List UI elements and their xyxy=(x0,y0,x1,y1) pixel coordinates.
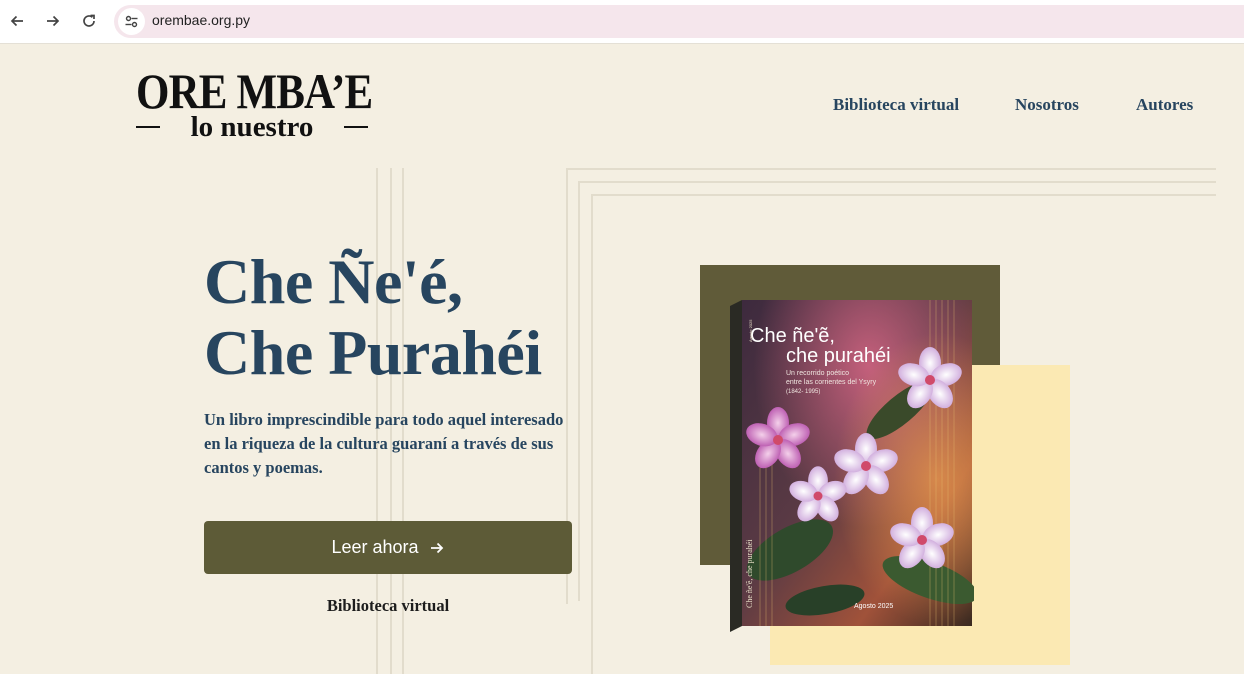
book-spine-title: Che ñe'ẽ, che purahéi xyxy=(745,539,754,608)
nav-biblioteca-virtual[interactable]: Biblioteca virtual xyxy=(833,95,959,115)
book-subtitle-line: entre las corrientes del Ysyry xyxy=(786,379,877,386)
site-logo[interactable]: ORE MBA’E lo nuestro xyxy=(136,66,373,143)
url-text: orembae.org.py xyxy=(152,12,251,28)
hero-title: Che Ñe'é, Che Purahéi xyxy=(204,246,624,388)
book-title-line: che purahéi xyxy=(786,345,891,367)
arrow-right-icon xyxy=(47,15,60,27)
arrow-right-icon xyxy=(429,540,445,556)
nav-autores[interactable]: Autores xyxy=(1136,95,1193,115)
book-title-line: Che ñe'ẽ, xyxy=(750,325,835,347)
site-info-button[interactable] xyxy=(118,8,145,35)
logo-dash xyxy=(343,126,368,128)
logo-title: ORE MBA’E xyxy=(136,63,373,119)
arrow-left-icon xyxy=(10,15,23,27)
book-spine xyxy=(730,300,742,632)
hero-title-line: Che Ñe'é, xyxy=(204,246,463,317)
hero-title-line: Che Purahéi xyxy=(204,317,542,388)
logo-tagline: lo nuestro xyxy=(136,111,368,143)
book-spine-date: Agosto 2025 xyxy=(748,319,753,342)
browser-toolbar: orembae.org.py xyxy=(0,0,1244,44)
nav-nosotros[interactable]: Nosotros xyxy=(1015,95,1079,115)
book-date: Agosto 2025 xyxy=(854,603,893,610)
reload-icon xyxy=(83,14,95,27)
address-bar[interactable]: orembae.org.py xyxy=(114,5,1244,38)
back-button[interactable] xyxy=(5,9,29,33)
forward-button[interactable] xyxy=(41,9,65,33)
logo-subtitle: lo nuestro xyxy=(190,111,314,143)
book-subtitle-line: Un recorrido poético xyxy=(786,370,849,377)
read-now-button[interactable]: Leer ahora xyxy=(204,521,572,574)
biblioteca-virtual-link[interactable]: Biblioteca virtual xyxy=(204,596,572,616)
hero-description: Un libro imprescindible para todo aquel … xyxy=(204,410,564,477)
tune-icon xyxy=(125,15,138,28)
read-now-label: Leer ahora xyxy=(331,537,419,557)
book-cover[interactable]: Che ñe'ẽ, che purahéi Un recorrido poéti… xyxy=(730,300,974,632)
reload-button[interactable] xyxy=(77,9,101,33)
book-years: (1842- 1995) xyxy=(786,389,820,395)
logo-dash xyxy=(136,126,160,128)
